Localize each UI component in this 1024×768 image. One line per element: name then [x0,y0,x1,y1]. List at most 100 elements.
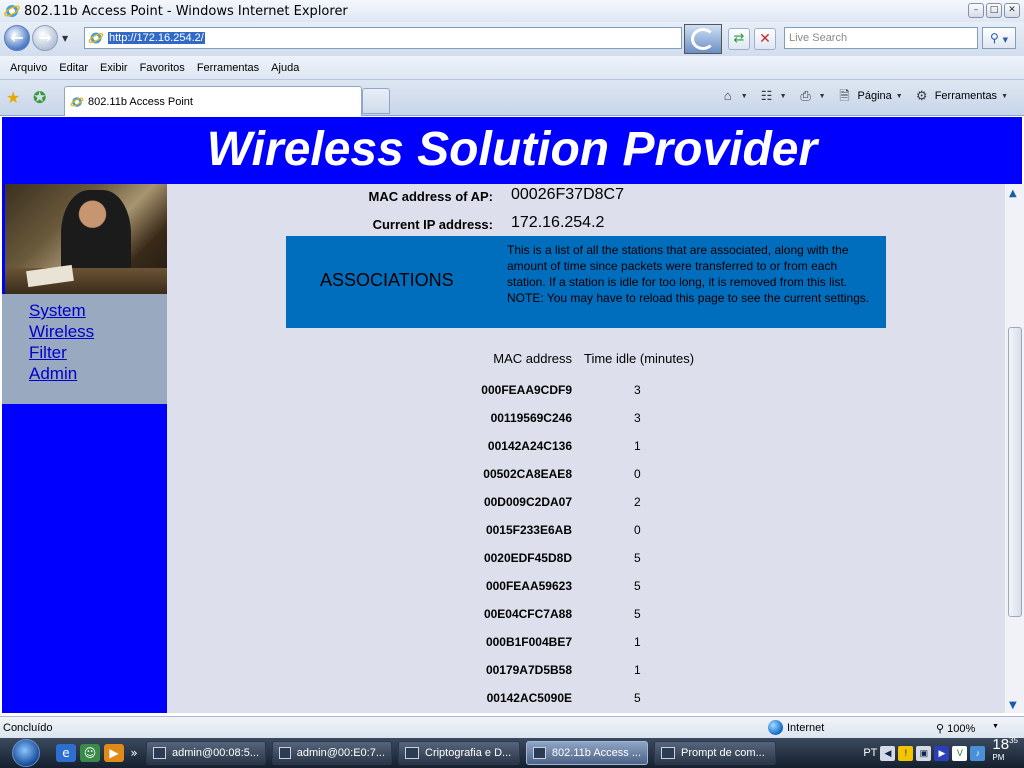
clock-hour: 18 [992,736,1010,753]
scroll-down-arrow-icon[interactable]: ▼ [1009,700,1017,711]
system-tray: PT ◀ ! ▣ ▶ V ♪ 1835 PM [863,736,1024,768]
taskbar-button[interactable]: admin@00:08:5... [146,741,266,765]
language-indicator[interactable]: PT [863,747,877,759]
menu-favoritos[interactable]: Favoritos [134,62,191,74]
table-row: 000FEAA9CDF9 3 [167,377,1004,405]
station-idle-time: 1 [634,663,641,677]
taskbar-button[interactable]: Criptografia e D... [398,741,520,765]
forward-button[interactable]: → [32,25,58,51]
search-button[interactable]: ⚲ ▼ [982,27,1016,49]
menu-arquivo[interactable]: Arquivo [4,62,53,74]
recent-pages-chevron-down-icon[interactable]: ▼ [62,34,68,43]
add-favorite-icon[interactable]: ✪ [33,88,46,107]
vertical-scrollbar[interactable]: ▲ ▼ [1004,184,1024,713]
table-row: 00142AC5090E 5 [167,685,1004,713]
page-menu-button[interactable]: Página [858,90,892,102]
print-chevron-icon[interactable]: ▼ [819,93,826,100]
ip-row: Current IP address: 172.16.254.2 [167,212,1004,238]
address-bar: ← → ▼ http://172.16.254.2/ ⇄ ✕ ⚲ ▼ [0,22,1024,56]
security-zone[interactable]: Internet [768,720,824,735]
sidebar: System Wireless Filter Admin [2,184,167,713]
ap-mac-value: 00026F37D8C7 [511,186,624,203]
new-tab-button[interactable] [362,88,390,114]
taskbar: e ☺ ▶ » admin@00:08:5... admin@00:E0:7...… [0,736,1024,768]
home-chevron-icon[interactable]: ▼ [741,93,748,100]
feeds-chevron-icon[interactable]: ▼ [780,93,787,100]
url-text[interactable]: http://172.16.254.2/ [108,32,205,44]
status-bar: Concluído Internet ⚲ 100% ▼ [0,716,1024,738]
menu-ferramentas[interactable]: Ferramentas [191,62,265,74]
station-idle-time: 0 [634,467,641,481]
nav-link-wireless[interactable]: Wireless [29,321,167,342]
ap-mac-row: MAC address of AP: 00026F37D8C7 [167,184,1004,210]
taskbar-button-label: 802.11b Access ... [551,747,641,759]
search-icon: ⚲ [989,31,999,45]
quicklaunch-media-icon[interactable]: ▶ [104,744,124,762]
page-chevron-icon[interactable]: ▼ [896,93,903,100]
favorites-star-icon[interactable]: ★ [6,88,20,107]
tab-bar: ★ ✪ 802.11b Access Point ⌂ ▼ ☷ ▼ ⎙ ▼ 🗎 Pági… [0,80,1024,116]
menu-ajuda[interactable]: Ajuda [265,62,305,74]
quicklaunch-ie-icon[interactable]: e [56,744,76,762]
station-idle-time: 5 [634,551,641,565]
station-idle-time: 3 [634,411,641,425]
search-options-chevron-icon[interactable]: ▼ [1003,36,1008,44]
tray-vnc-icon[interactable]: V [952,745,968,761]
search-input[interactable] [784,27,978,49]
stop-button[interactable]: ✕ [754,28,776,50]
clock-minute: 35 [1009,736,1018,745]
taskbar-button[interactable]: admin@00:E0:7... [272,741,392,765]
ap-mac-label: MAC address of AP: [368,189,493,204]
taskbar-button[interactable]: 802.11b Access ... [526,741,648,765]
start-button[interactable] [0,738,52,768]
go-button[interactable] [684,24,722,54]
table-row: 00E04CFC7A88 5 [167,601,1004,629]
globe-icon [768,720,783,735]
main-content: MAC address of AP: 00026F37D8C7 Current … [167,184,1004,713]
tray-back-icon[interactable]: ◀ [880,745,896,761]
tray-network-icon[interactable]: ▣ [916,745,932,761]
go-arrow-icon [691,28,715,50]
taskbar-button[interactable]: Prompt de com... [654,741,776,765]
menu-exibir[interactable]: Exibir [94,62,134,74]
page-icon: 🗎 [839,88,850,103]
sidebar-photo [5,184,167,294]
table-row: 0015F233E6AB 0 [167,517,1004,545]
nav-link-admin[interactable]: Admin [29,363,167,384]
menu-editar[interactable]: Editar [53,62,94,74]
task-list: admin@00:08:5... admin@00:E0:7... Criptogr… [140,741,776,765]
windows-logo-icon [12,739,40,767]
window-icon [279,747,291,759]
refresh-button[interactable]: ⇄ [728,28,750,50]
nav-link-system[interactable]: System [29,300,167,321]
station-idle-time: 0 [634,523,641,537]
tools-chevron-icon[interactable]: ▼ [1001,93,1008,100]
quicklaunch-messenger-icon[interactable]: ☺ [80,744,100,762]
taskbar-button-label: Prompt de com... [681,747,765,759]
window-icon [153,747,166,759]
quicklaunch-overflow-icon[interactable]: » [128,744,140,762]
maximize-button[interactable]: □ [986,3,1002,18]
tray-media-icon[interactable]: ▶ [934,745,950,761]
tray-security-icon[interactable]: ! [898,745,914,761]
back-button[interactable]: ← [4,25,30,51]
scroll-up-arrow-icon[interactable]: ▲ [1009,188,1017,199]
table-row: 00179A7D5B58 1 [167,657,1004,685]
zoom-chevron-icon[interactable]: ▼ [992,723,999,730]
print-icon[interactable]: ⎙ [797,88,815,104]
close-button[interactable]: ✕ [1004,3,1020,18]
tray-volume-icon[interactable]: ♪ [970,745,986,761]
nav-link-filter[interactable]: Filter [29,342,167,363]
taskbar-button-label: Criptografia e D... [425,747,512,759]
zoom-level[interactable]: ⚲ 100% [936,722,975,735]
clock[interactable]: 1835 PM [992,736,1018,768]
feeds-icon[interactable]: ☷ [758,88,776,104]
tab-802-11b-access-point[interactable]: 802.11b Access Point [64,86,362,116]
url-field[interactable]: http://172.16.254.2/ [84,27,682,49]
station-mac: 000FEAA59623 [485,579,572,593]
tools-menu-button[interactable]: Ferramentas [935,90,997,102]
page-viewport: Wireless Solution Provider System Wirele… [0,117,1024,713]
minimize-button[interactable]: – [968,3,984,18]
home-icon[interactable]: ⌂ [719,88,737,104]
scroll-thumb[interactable] [1008,327,1022,617]
